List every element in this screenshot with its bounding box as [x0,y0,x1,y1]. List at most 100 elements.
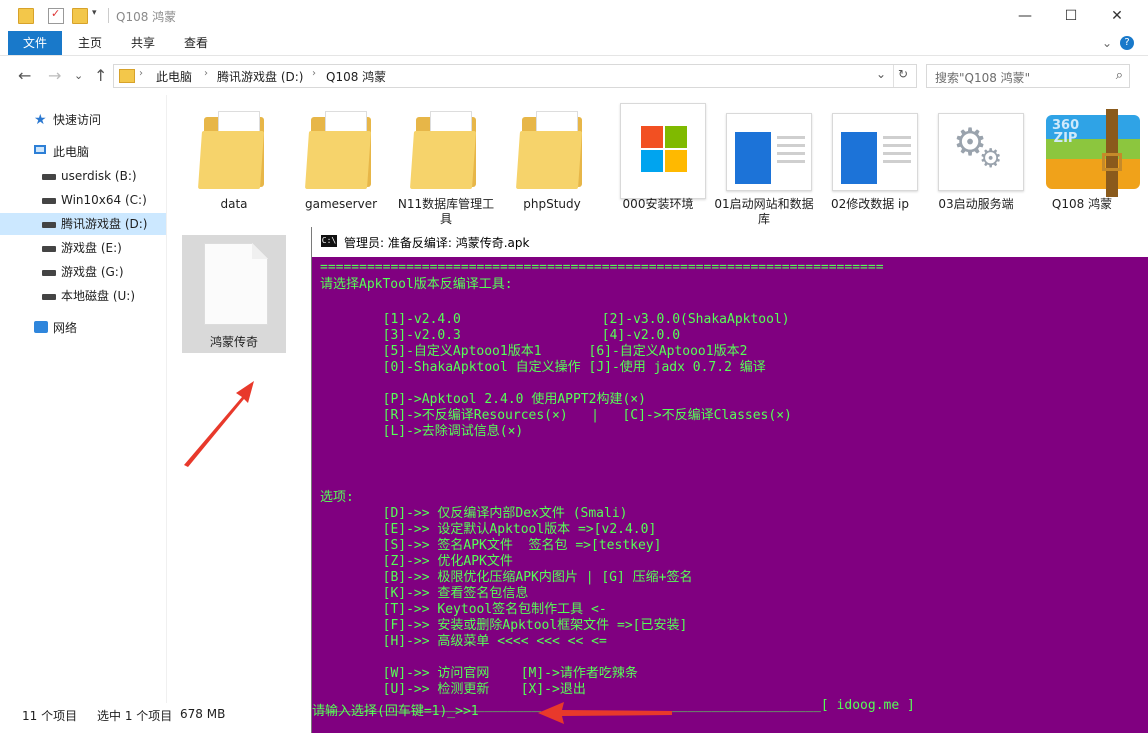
sidebar-item-drive-g[interactable]: 游戏盘 (G:) [0,261,166,283]
close-button[interactable]: ✕ [1094,0,1140,31]
console-line: [K]->> 查看签名包信息 [320,586,529,601]
sidebar-item-label: Win10x64 (C:) [61,193,147,207]
folder-icon [303,103,379,193]
drive-icon [42,222,56,228]
console-line: [5]-自定义Aptooo1版本1 [6]-自定义Aptooo1版本2 [320,344,748,359]
folder-icon [514,103,590,193]
console-line: [H]->> 高级菜单 <<<< <<< << <= [320,634,607,649]
file-name: phpStudy [523,197,581,211]
breadcrumb-current-folder[interactable]: Q108 鸿蒙 [326,68,386,85]
status-bar: 11 个项目 选中 1 个项目 678 MB [0,703,320,733]
console-line: [P]->Apktool 2.4.0 使用APPT2构建(×) [320,392,646,407]
archive-icon: 360 ZIP [1044,103,1140,197]
console-output[interactable]: ========================================… [312,257,1148,733]
sidebar-item-userdisk-b[interactable]: userdisk (B:) [0,165,166,187]
folder-icon[interactable] [18,8,34,24]
file-name: gameserver [304,197,378,211]
file-name: 000安装环境 [622,197,694,211]
tab-view[interactable]: 查看 [170,31,222,55]
ribbon: 文件 主页 共享 查看 ⌄ ? [0,31,1148,55]
console-line: [0]-ShakaApktool 自定义操作 [J]-使用 jadx 0.7.2… [320,360,766,375]
chevron-right-icon[interactable]: › [204,68,208,79]
file-name: 01启动网站和数据库 [714,197,814,226]
refresh-icon[interactable]: ↻ [898,67,908,81]
sidebar-item-label: 腾讯游戏盘 (D:) [61,217,148,231]
search-icon[interactable]: ⌕ [1116,68,1123,83]
sidebar-item-label: 此电脑 [53,145,90,159]
recent-locations-button[interactable]: ⌄ [74,69,83,82]
file-name: Q108 鸿蒙 [1051,197,1113,211]
folder-icon [196,103,272,193]
tab-share[interactable]: 共享 [117,31,169,55]
search-input[interactable]: 搜索"Q108 鸿蒙" ⌕ [926,64,1130,88]
console-title-bar[interactable]: C:\ 管理员: 准备反编译: 鸿蒙传奇.apk [312,227,1148,258]
address-dropdown-icon[interactable]: ⌄ [876,67,886,81]
separator [108,8,109,23]
annotation-arrow [538,702,672,724]
sidebar-item-label: 游戏盘 (G:) [61,265,124,279]
minimize-button[interactable]: — [1002,0,1048,31]
drive-icon [42,294,56,300]
help-icon[interactable]: ? [1120,36,1134,50]
document-icon [204,243,268,325]
sidebar-item-network[interactable]: 网络 [0,317,166,339]
drive-icon [42,198,56,204]
tab-file[interactable]: 文件 [8,31,62,55]
sidebar-item-drive-u[interactable]: 本地磁盘 (U:) [0,285,166,307]
maximize-button[interactable]: ☐ [1048,0,1094,31]
quick-access-dropdown-icon[interactable]: ▾ [92,8,106,22]
drive-icon [42,174,56,180]
item-count: 11 个项目 [22,709,78,723]
sidebar-item-drive-d[interactable]: 腾讯游戏盘 (D:) [0,213,166,235]
back-button[interactable]: ← [18,66,31,85]
sidebar-item-label: 游戏盘 (E:) [61,241,122,255]
divider [893,65,894,87]
file-name: 03启动服务端 [938,197,1014,211]
title-bar: ✓ ▾ Q108 鸿蒙 — ☐ ✕ [0,0,1148,31]
console-line: [Z]->> 优化APK文件 [320,554,513,569]
console-line: ========================================… [320,260,884,275]
forward-button[interactable]: → [48,66,61,85]
file-item-selected[interactable]: 鸿蒙传奇 [182,235,286,353]
ribbon-expand-icon[interactable]: ⌄ [1102,36,1112,50]
pc-icon [34,145,46,154]
folder-icon [408,103,484,193]
console-line: [B]->> 极限优化压缩APK内图片 | [G] 压缩+签名 [320,570,693,585]
navigation-pane: ★ 快速访问 此电脑 userdisk (B:) Win10x64 (C:) 腾… [0,95,167,703]
sidebar-item-quick-access[interactable]: ★ 快速访问 [0,109,166,131]
breadcrumb-drive-d[interactable]: 腾讯游戏盘 (D:) [217,68,303,85]
windows-logo-icon [620,103,706,199]
screenshot-thumbnail-icon [832,103,918,193]
chevron-right-icon[interactable]: › [139,68,143,79]
drive-icon [42,246,56,252]
selection-count: 选中 1 个项目 [97,709,173,723]
console-line: [S]->> 签名APK文件 签名包 =>[testkey] [320,538,662,553]
file-name: 02修改数据 ip [830,197,910,211]
chevron-right-icon[interactable]: › [312,68,316,79]
console-line: [D]->> 仅反编译内部Dex文件 (Smali) [320,506,628,521]
up-button[interactable]: ↑ [94,66,107,85]
tab-home[interactable]: 主页 [64,31,116,55]
address-bar[interactable]: › 此电脑 › 腾讯游戏盘 (D:) › Q108 鸿蒙 ⌄ ↻ [113,64,917,88]
search-placeholder: 搜索"Q108 鸿蒙" [935,71,1031,85]
sidebar-item-drive-e[interactable]: 游戏盘 (E:) [0,237,166,259]
file-name: 鸿蒙传奇 [209,335,258,349]
console-icon: C:\ [321,235,337,247]
file-name: N11数据库管理工具 [397,197,495,226]
sidebar-item-this-pc[interactable]: 此电脑 [0,141,166,163]
sidebar-item-label: userdisk (B:) [61,169,137,183]
drive-icon [42,270,56,276]
network-icon [34,321,48,333]
screenshot-thumbnail-icon [726,103,812,193]
address-row: ← → ⌄ ↑ › 此电脑 › 腾讯游戏盘 (D:) › Q108 鸿蒙 ⌄ ↻… [0,55,1148,96]
sidebar-item-win10x64-c[interactable]: Win10x64 (C:) [0,189,166,211]
console-line: [T]->> Keytool签名包制作工具 <- [320,602,607,617]
console-line: [E]->> 设定默认Apktool版本 =>[v2.4.0] [320,522,657,537]
new-folder-icon[interactable] [72,8,88,24]
console-line: [1]-v2.4.0 [2]-v3.0.0(ShakaApktool) [320,312,790,327]
console-window[interactable]: C:\ 管理员: 准备反编译: 鸿蒙传奇.apk ===============… [311,227,1148,733]
annotation-arrow [184,381,254,467]
properties-icon[interactable]: ✓ [48,7,64,24]
breadcrumb-this-pc[interactable]: 此电脑 [156,68,192,85]
star-icon: ★ [34,112,47,128]
